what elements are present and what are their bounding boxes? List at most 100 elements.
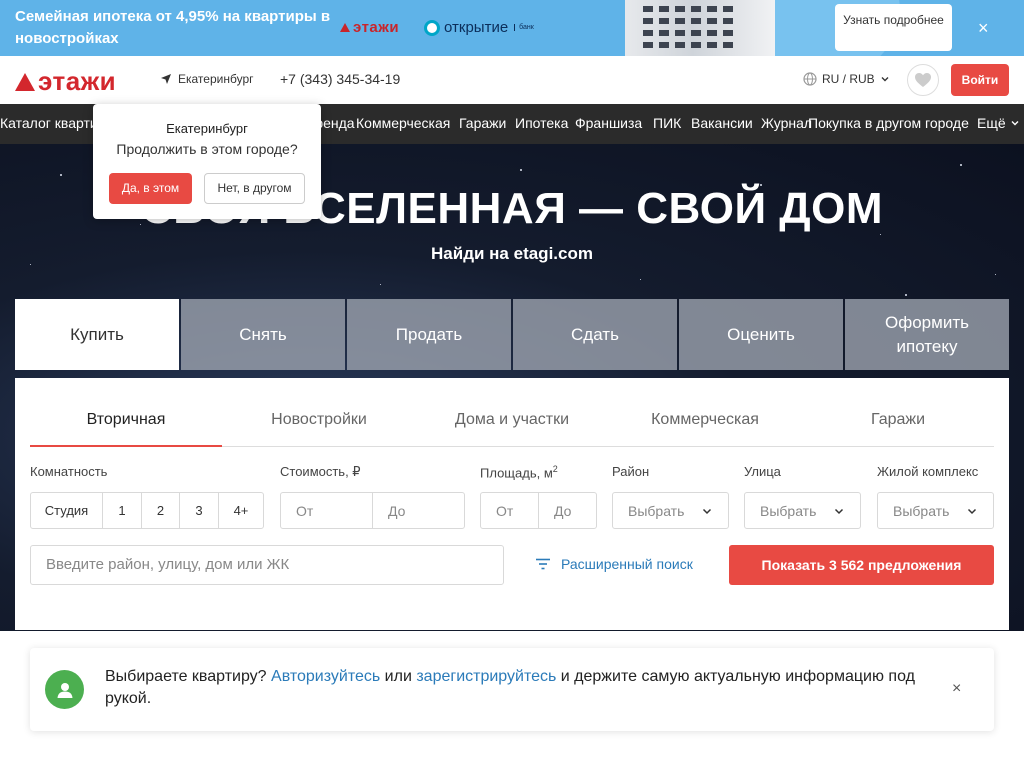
district-value: Выбрать [628, 502, 685, 519]
promo-text: Семейная ипотека от 4,95% на квартиры в … [15, 8, 331, 47]
site-header: этажи Екатеринбург +7 (343) 345-34-19 RU… [0, 56, 1024, 104]
price-range: От До [280, 492, 465, 529]
notice-text: Выбираете квартиру? Авторизуйтесь или за… [105, 666, 945, 710]
tab-rent[interactable]: Снять [181, 299, 345, 370]
chevron-down-icon [881, 77, 889, 82]
complex-value: Выбрать [893, 502, 950, 519]
user-icon [45, 670, 84, 709]
bank-logo-text: открытие [444, 19, 509, 36]
site-logo[interactable]: этажи [15, 66, 116, 97]
popup-city: Екатеринбург [166, 121, 248, 136]
city-name: Екатеринбург [178, 72, 254, 86]
chevron-down-icon [834, 508, 844, 514]
complex-label: Жилой комплекс [877, 464, 979, 479]
bank-circle-icon [424, 19, 440, 36]
tab-evaluate[interactable]: Оценить [679, 299, 843, 370]
district-select[interactable]: Выбрать [612, 492, 729, 529]
district-select-row: Выбрать [613, 493, 728, 528]
price-label: Стоимость, ₽ [280, 464, 361, 479]
logo-roof-icon [15, 72, 35, 91]
area-label-sup: 2 [552, 464, 558, 474]
rooms-label: Комнатность [30, 464, 108, 479]
city-confirm-popup: Екатеринбург Продолжить в этом городе? Д… [93, 104, 321, 219]
complex-select-row: Выбрать [878, 493, 993, 528]
tab-sell[interactable]: Продать [347, 299, 511, 370]
phone-number[interactable]: +7 (343) 345-34-19 [280, 71, 400, 87]
nav-item-vacancies[interactable]: Вакансии [691, 115, 753, 131]
nav-more[interactable]: Ещё [975, 115, 1020, 131]
tab-new-buildings[interactable]: Новостройки [222, 411, 416, 429]
street-value: Выбрать [760, 502, 817, 519]
area-label: Площадь, м2 [480, 464, 558, 480]
hero-subtitle: Найди на etagi.com [431, 244, 593, 263]
close-icon[interactable]: × [978, 19, 989, 37]
nav-item-commercial[interactable]: Коммерческая [356, 115, 450, 131]
building-image [625, 0, 775, 56]
room-option-studio[interactable]: Студия [31, 493, 103, 528]
language-currency-selector[interactable]: RU / RUB [803, 72, 890, 86]
language-label: RU / RUB [822, 72, 875, 86]
auth-notice: Выбираете квартиру? Авторизуйтесь или за… [30, 648, 994, 731]
city-selector[interactable]: Екатеринбург [160, 72, 254, 86]
nav-item-garages[interactable]: Гаражи [459, 115, 506, 131]
favorites-button[interactable] [907, 64, 939, 96]
price-to-input[interactable]: До [373, 493, 464, 528]
area-to-input[interactable]: До [539, 493, 596, 528]
area-label-text: Площадь, м [480, 465, 553, 481]
heart-icon [915, 73, 931, 87]
tab-houses-land[interactable]: Дома и участки [416, 411, 608, 429]
street-select[interactable]: Выбрать [744, 492, 861, 529]
change-city-button[interactable]: Нет, в другом [204, 173, 305, 204]
promo-etagi-logo-text: этажи [353, 19, 400, 36]
street-label: Улица [744, 464, 781, 479]
learn-more-button[interactable]: Узнать подробнее [835, 4, 952, 51]
active-tab-indicator [30, 445, 222, 447]
area-range: От До [480, 492, 597, 529]
rooms-selector: Студия 1 2 3 4+ [30, 492, 264, 529]
chevron-down-icon [702, 508, 712, 514]
nav-more-label: Ещё [977, 115, 1006, 131]
price-from-input[interactable]: От [281, 493, 373, 528]
search-input[interactable]: Введите район, улицу, дом или ЖК [30, 545, 504, 585]
tab-buy[interactable]: Купить [15, 299, 179, 370]
advanced-search-link[interactable]: Расширенный поиск [535, 556, 693, 572]
location-arrow-icon [161, 74, 171, 84]
chevron-down-icon [1011, 121, 1019, 126]
advanced-search-label: Расширенный поиск [561, 556, 693, 572]
tab-lease[interactable]: Сдать [513, 299, 677, 370]
room-option-1[interactable]: 1 [103, 493, 142, 528]
room-option-3[interactable]: 3 [180, 493, 219, 528]
district-label: Район [612, 464, 650, 479]
logo-roof-icon [340, 23, 350, 32]
confirm-city-button[interactable]: Да, в этом [109, 173, 192, 204]
tab-secondary[interactable]: Вторичная [30, 411, 222, 429]
login-button[interactable]: Войти [951, 64, 1009, 96]
complex-select[interactable]: Выбрать [877, 492, 994, 529]
nav-item-catalog[interactable]: Каталог квартир [0, 115, 105, 131]
tab-garages[interactable]: Гаражи [802, 411, 994, 429]
chevron-down-icon [967, 508, 977, 514]
room-option-2[interactable]: 2 [142, 493, 180, 528]
street-select-row: Выбрать [745, 493, 860, 528]
register-link[interactable]: зарегистрируйтесь [416, 668, 556, 685]
popup-question: Продолжить в этом городе? [116, 141, 298, 157]
nav-item-mortgage[interactable]: Ипотека [515, 115, 568, 131]
room-option-4plus[interactable]: 4+ [219, 493, 263, 528]
nav-item-pik[interactable]: ПИК [653, 115, 681, 131]
area-from-input[interactable]: От [481, 493, 539, 528]
show-results-button[interactable]: Показать 3 562 предложения [729, 545, 994, 585]
notice-text-mid: или [380, 668, 417, 685]
nav-item-other-city[interactable]: Покупка в другом городе [808, 115, 969, 131]
tab-mortgage[interactable]: Оформить ипотеку [845, 299, 1009, 370]
notice-text-start: Выбираете квартиру? [105, 668, 272, 685]
search-panel: Вторичная Новостройки Дома и участки Ком… [15, 378, 1009, 630]
bank-logo: открытие банк [424, 19, 534, 36]
tab-commercial[interactable]: Коммерческая [608, 411, 802, 429]
promo-banner[interactable]: Семейная ипотека от 4,95% на квартиры в … [0, 0, 1024, 56]
bank-logo-sub: банк [514, 24, 534, 31]
nav-item-journal[interactable]: Журнал [761, 115, 812, 131]
login-link[interactable]: Авторизуйтесь [271, 668, 380, 685]
nav-item-franchise[interactable]: Франшиза [575, 115, 642, 131]
close-icon[interactable]: × [952, 681, 961, 697]
promo-etagi-logo: этажи [340, 19, 399, 36]
